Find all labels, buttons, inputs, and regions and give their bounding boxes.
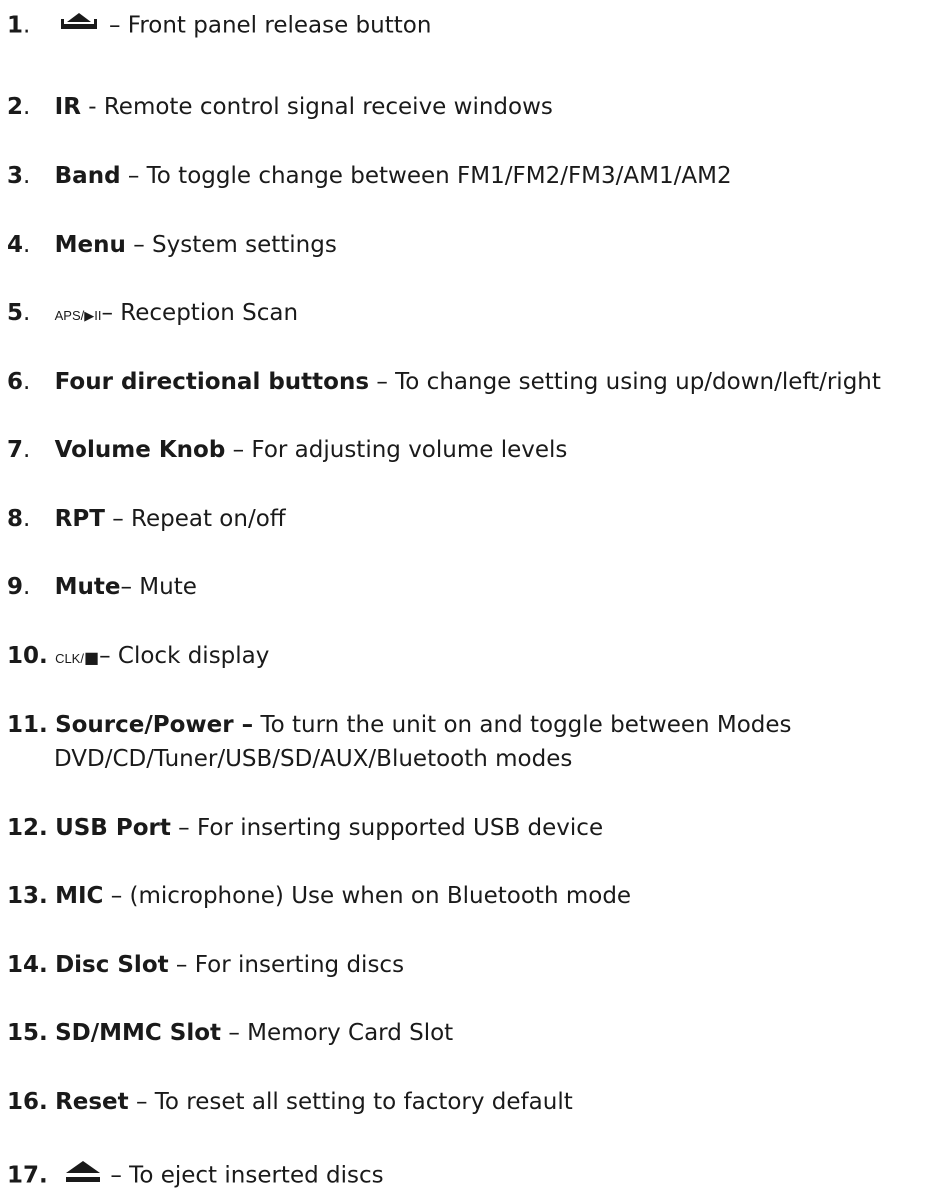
stop-square-icon: ■ <box>83 648 100 667</box>
item-number: 12. <box>7 815 48 841</box>
item-number: 16. <box>7 1089 48 1115</box>
item-dot: . <box>23 163 31 189</box>
list-item-12: 12. USB Port – For inserting supported U… <box>7 815 603 841</box>
item-description: – To change setting using up/down/left/r… <box>369 369 881 395</box>
item-number: 8 <box>7 506 24 532</box>
item-description: - Remote control signal receive windows <box>80 94 553 120</box>
list-item-9: 9. Mute– Mute <box>7 574 197 600</box>
item-label: Disc Slot <box>55 952 169 978</box>
item-dot: . <box>23 437 31 463</box>
item-label: Four directional buttons <box>54 369 370 395</box>
item-number: 3 <box>7 163 24 189</box>
list-item-5: 5. APS/▶II– Reception Scan <box>7 300 298 329</box>
item-number: 9 <box>7 574 24 600</box>
item-number: 15. <box>7 1020 48 1046</box>
item-dot: . <box>23 94 31 120</box>
item-number: 6 <box>7 369 24 395</box>
item-label: Reset <box>55 1089 129 1115</box>
item-number: 5 <box>7 300 24 326</box>
item-dot: . <box>23 369 31 395</box>
list-item-17: 17. – To eject inserted discs <box>7 1160 384 1192</box>
item-label: RPT <box>54 506 105 532</box>
aps-play-pause-label: APS/▶II <box>54 308 102 323</box>
front-panel-release-icon <box>56 10 102 42</box>
item-dot: . <box>23 12 31 39</box>
item-label: Mute <box>54 574 121 600</box>
list-item-8: 8. RPT – Repeat on/off <box>7 506 286 532</box>
item-description: – Clock display <box>99 643 270 669</box>
list-item-13: 13. MIC – (microphone) Use when on Bluet… <box>7 883 631 909</box>
item-label: Menu <box>54 232 126 258</box>
list-item-15: 15. SD/MMC Slot – Memory Card Slot <box>7 1020 453 1046</box>
clk-label: CLK/ <box>55 651 84 666</box>
item-dot: . <box>23 232 31 258</box>
item-label: MIC <box>55 883 104 909</box>
item-number: 2 <box>7 94 24 120</box>
item-number: 13. <box>7 883 48 909</box>
item-description: – For inserting supported USB device <box>170 815 604 841</box>
list-item-10: 10. CLK/■– Clock display <box>7 643 269 672</box>
item-description: – Repeat on/off <box>104 506 286 532</box>
item-description: – Front panel release button <box>101 12 432 39</box>
item-label: USB Port <box>55 815 171 841</box>
item-number: 1 <box>7 12 24 39</box>
item-description: – Reception Scan <box>101 300 299 326</box>
item-description: To turn the unit on and toggle between M… <box>253 712 792 738</box>
item-description: – Mute <box>120 574 197 600</box>
item-description: – Memory Card Slot <box>221 1020 454 1046</box>
item-description: – To reset all setting to factory defaul… <box>128 1089 573 1115</box>
item-label: IR <box>54 94 81 120</box>
item-dot: . <box>23 574 31 600</box>
item-description: – (microphone) Use when on Bluetooth mod… <box>103 883 632 909</box>
item-number: 7 <box>7 437 24 463</box>
list-item-6: 6. Four directional buttons – To change … <box>7 369 881 395</box>
item-description-continued: DVD/CD/Tuner/USB/SD/AUX/Bluetooth modes <box>54 746 573 772</box>
list-item-7: 7. Volume Knob – For adjusting volume le… <box>7 437 567 463</box>
list-item-1: 1. – Front panel release button <box>7 10 431 42</box>
item-description: – To toggle change between FM1/FM2/FM3/A… <box>120 163 732 189</box>
item-number: 4 <box>7 232 24 258</box>
list-item-16: 16. Reset – To reset all setting to fact… <box>7 1089 573 1115</box>
item-number: 14. <box>7 952 48 978</box>
item-label: Source/Power – <box>55 712 254 738</box>
item-dot: . <box>23 506 31 532</box>
list-item-2: 2. IR - Remote control signal receive wi… <box>7 94 553 120</box>
item-label: SD/MMC Slot <box>55 1020 222 1046</box>
item-description: – For inserting discs <box>168 952 405 978</box>
item-number: 17. <box>7 1162 48 1189</box>
list-item-4: 4. Menu – System settings <box>7 232 337 258</box>
item-description: – System settings <box>125 232 337 258</box>
list-item-11: 11. Source/Power – To turn the unit on a… <box>7 712 792 738</box>
item-number: 10. <box>7 643 48 669</box>
list-item-3: 3. Band – To toggle change between FM1/F… <box>7 163 732 189</box>
item-dot: . <box>23 300 31 326</box>
item-label: Band <box>54 163 121 189</box>
eject-icon <box>63 1160 103 1192</box>
item-description: – For adjusting volume levels <box>225 437 568 463</box>
item-label: Volume Knob <box>54 437 226 463</box>
item-description: – To eject inserted discs <box>103 1162 384 1189</box>
item-number: 11. <box>7 712 48 738</box>
list-item-14: 14. Disc Slot – For inserting discs <box>7 952 404 978</box>
